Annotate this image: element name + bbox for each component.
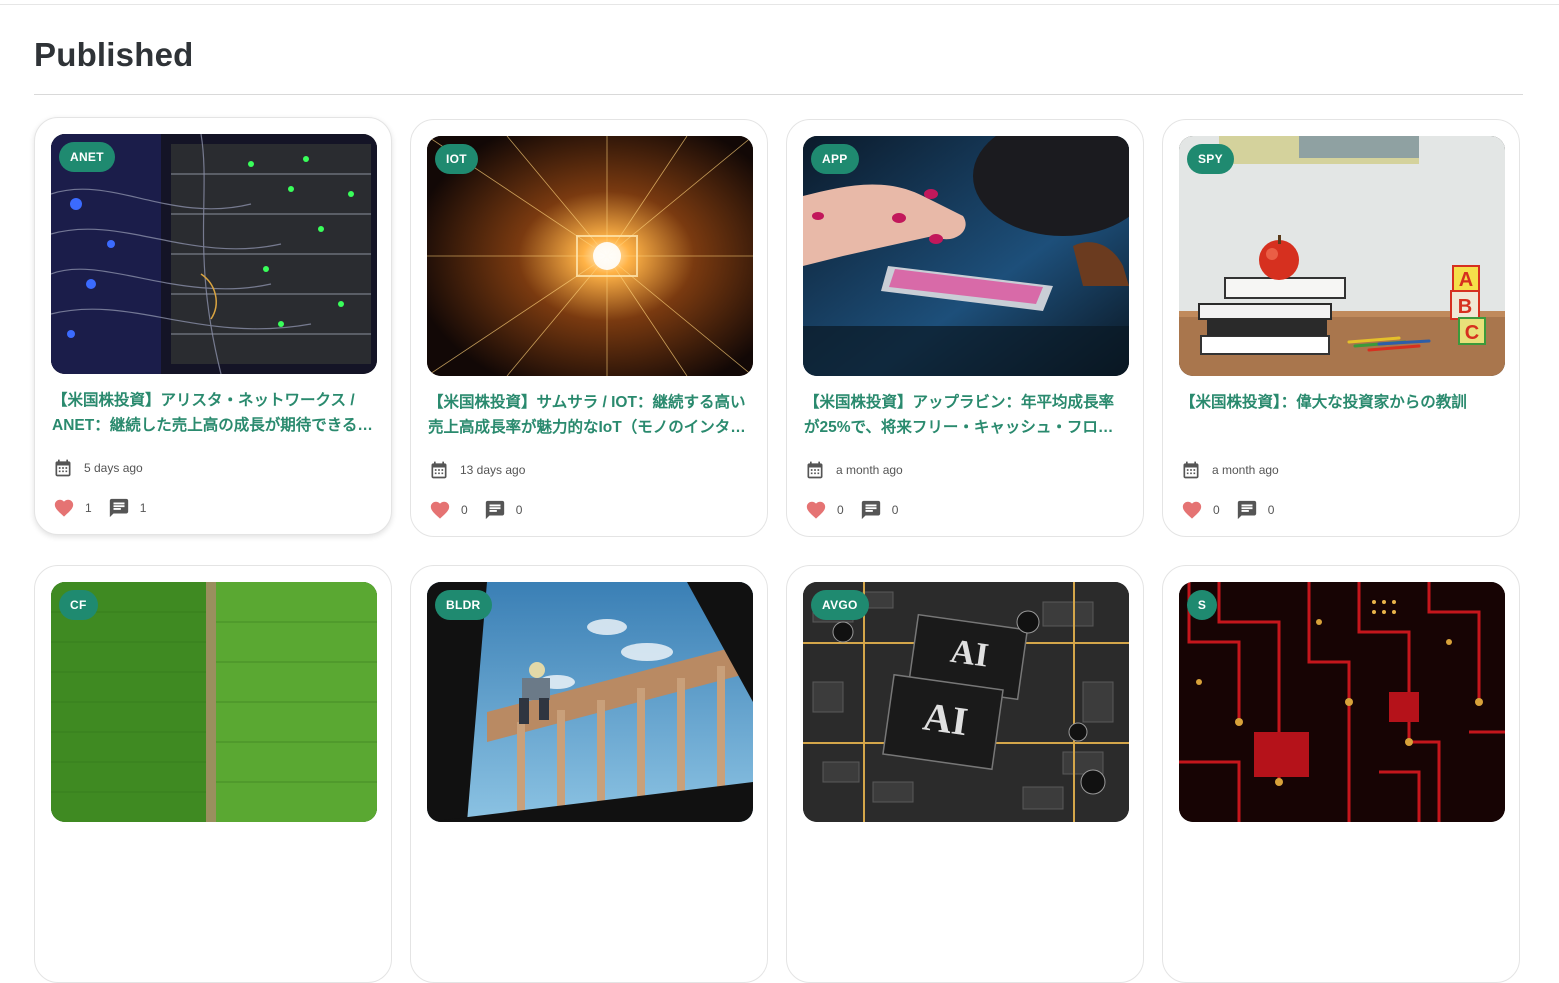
comment-count: 0 [1267, 503, 1275, 517]
ticker-badge[interactable]: S [1187, 590, 1217, 620]
ticker-badge[interactable]: SPY [1187, 144, 1234, 174]
post-title[interactable]: 【米国株投資】アップラビン：年平均成長率が25%で、将来フリー・キャッシュ・フロ… [804, 390, 1126, 440]
post-thumbnail[interactable]: CF [51, 582, 377, 822]
comment-count: 0 [515, 503, 523, 517]
ticker-badge[interactable]: AVGO [811, 590, 869, 620]
post-date: 13 days ago [429, 459, 525, 481]
svg-text:AI: AI [948, 633, 991, 675]
like-count: 1 [85, 501, 92, 515]
light-tunnel-image [427, 136, 753, 376]
post-stats: 0 0 [805, 498, 914, 522]
post-card[interactable]: BLDR [410, 565, 768, 983]
post-card[interactable]: S [1162, 565, 1520, 983]
heart-icon[interactable] [1181, 499, 1203, 521]
post-thumbnail[interactable]: A B C SPY [1179, 136, 1505, 376]
post-card[interactable]: IOT 【米国株投資】サムサラ / IOT：継続する高い売上高成長率が魅力的なI… [410, 119, 768, 537]
post-thumbnail[interactable]: AI AI AVGO [803, 582, 1129, 822]
post-thumbnail[interactable]: ANET [51, 134, 377, 374]
red-circuit-image [1179, 582, 1505, 822]
post-title[interactable]: 【米国株投資】サムサラ / IOT：継続する高い売上高成長率が魅力的なIoT（モ… [428, 390, 750, 440]
date-text: 5 days ago [84, 461, 143, 475]
green-field-image [51, 582, 377, 822]
post-date: a month ago [805, 459, 903, 481]
svg-text:B: B [1458, 296, 1472, 318]
apple-books-image: A B C [1179, 136, 1505, 376]
comment-icon[interactable] [484, 499, 506, 521]
date-text: a month ago [836, 463, 903, 477]
ticker-badge[interactable]: BLDR [435, 590, 492, 620]
ticker-badge[interactable]: IOT [435, 144, 478, 174]
post-date: a month ago [1181, 459, 1279, 481]
svg-text:A: A [1459, 269, 1473, 291]
post-card[interactable]: APP 【米国株投資】アップラビン：年平均成長率が25%で、将来フリー・キャッシ… [786, 119, 1144, 537]
post-stats: 1 1 [53, 496, 162, 520]
calendar-icon [431, 461, 447, 479]
post-date: 5 days ago [53, 457, 143, 479]
post-card[interactable]: A B C SPY 【米国株投資】：偉大な投資家からの教訓 a month ag… [1162, 119, 1520, 537]
heart-icon[interactable] [53, 497, 75, 519]
post-thumbnail[interactable]: IOT [427, 136, 753, 376]
post-thumbnail[interactable]: BLDR [427, 582, 753, 822]
comment-count: 1 [139, 501, 147, 515]
comment-icon[interactable] [860, 499, 882, 521]
like-count: 0 [837, 503, 844, 517]
date-text: 13 days ago [460, 463, 526, 477]
calendar-icon [55, 459, 71, 477]
ticker-badge[interactable]: APP [811, 144, 859, 174]
heart-icon[interactable] [805, 499, 827, 521]
calendar-icon [807, 461, 823, 479]
smartphone-image [803, 136, 1129, 376]
post-card[interactable]: CF [34, 565, 392, 983]
post-grid: ANET 【米国株投資】アリスタ・ネットワークス / ANET：継続した売上高の… [0, 0, 1559, 983]
date-text: a month ago [1212, 463, 1279, 477]
heart-icon[interactable] [429, 499, 451, 521]
post-stats: 0 0 [1181, 498, 1290, 522]
post-title[interactable]: 【米国株投資】アリスタ・ネットワークス / ANET：継続した売上高の成長が期待… [52, 388, 374, 438]
calendar-icon [1183, 461, 1199, 479]
comment-count: 0 [891, 503, 899, 517]
svg-text:AI: AI [920, 693, 970, 744]
like-count: 0 [1213, 503, 1220, 517]
post-card[interactable]: AI AI AVGO [786, 565, 1144, 983]
post-stats: 0 0 [429, 498, 538, 522]
comment-icon[interactable] [108, 497, 130, 519]
svg-text:C: C [1465, 322, 1479, 344]
ticker-badge[interactable]: ANET [59, 142, 115, 172]
post-card[interactable]: ANET 【米国株投資】アリスタ・ネットワークス / ANET：継続した売上高の… [34, 117, 392, 535]
post-thumbnail[interactable]: S [1179, 582, 1505, 822]
post-title[interactable]: 【米国株投資】：偉大な投資家からの教訓 [1180, 390, 1502, 415]
ticker-badge[interactable]: CF [59, 590, 98, 620]
like-count: 0 [461, 503, 468, 517]
comment-icon[interactable] [1236, 499, 1258, 521]
post-thumbnail[interactable]: APP [803, 136, 1129, 376]
